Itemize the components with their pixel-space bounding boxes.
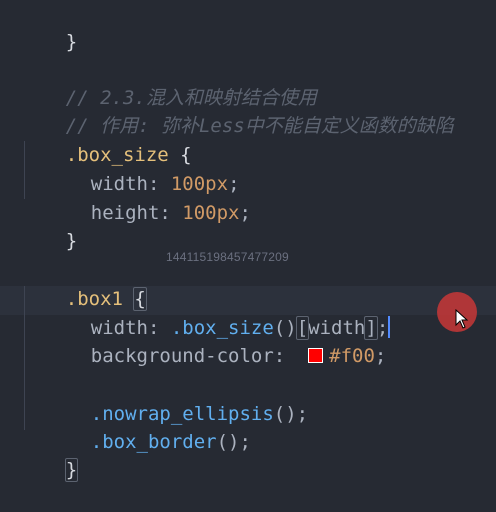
- mouse-pointer-icon: [455, 309, 469, 329]
- code-line[interactable]: .box_border();: [45, 400, 251, 453]
- colon: :: [159, 202, 183, 224]
- color-swatch-icon[interactable]: [308, 348, 324, 363]
- mixin-call: .box_border: [90, 431, 217, 453]
- code-line[interactable]: .box_size {: [20, 113, 192, 166]
- code-line[interactable]: // 作用: 弥补Less中不能自定义函数的缺陷: [20, 84, 454, 137]
- code-line[interactable]: .nowrap_ellipsis();: [45, 372, 308, 425]
- watermark: 144115198457477209: [166, 250, 289, 264]
- closing-brace: }: [65, 31, 78, 53]
- value: #f00: [329, 345, 375, 367]
- code-line[interactable]: }: [20, 428, 79, 482]
- code-line[interactable]: height: 100px;: [45, 171, 251, 224]
- property: height: [90, 202, 160, 224]
- code-line[interactable]: }: [20, 0, 77, 53]
- closing-brace: }: [65, 230, 78, 252]
- code-line[interactable]: .box1 {: [20, 257, 147, 311]
- parens: ();: [273, 403, 309, 425]
- property: background-color: [90, 345, 274, 367]
- code-line[interactable]: width: 100px;: [45, 142, 240, 195]
- colon: :: [273, 345, 309, 367]
- semicolon: ;: [374, 345, 387, 367]
- code-line[interactable]: width: .box_size()[width];: [45, 286, 391, 340]
- parens: ();: [216, 431, 251, 453]
- brace-match: }: [64, 458, 79, 482]
- code-line[interactable]: background-color: #f00;: [45, 314, 387, 367]
- value: 100px: [182, 202, 240, 224]
- code-editor[interactable]: } // 2.3.混入和映射结合使用 // 作用: 弥补Less中不能自定义函数…: [0, 0, 496, 482]
- text-cursor: [388, 316, 391, 338]
- code-line[interactable]: // 2.3.混入和映射结合使用: [20, 56, 317, 109]
- code-line[interactable]: }: [20, 199, 77, 252]
- semicolon: ;: [239, 202, 251, 224]
